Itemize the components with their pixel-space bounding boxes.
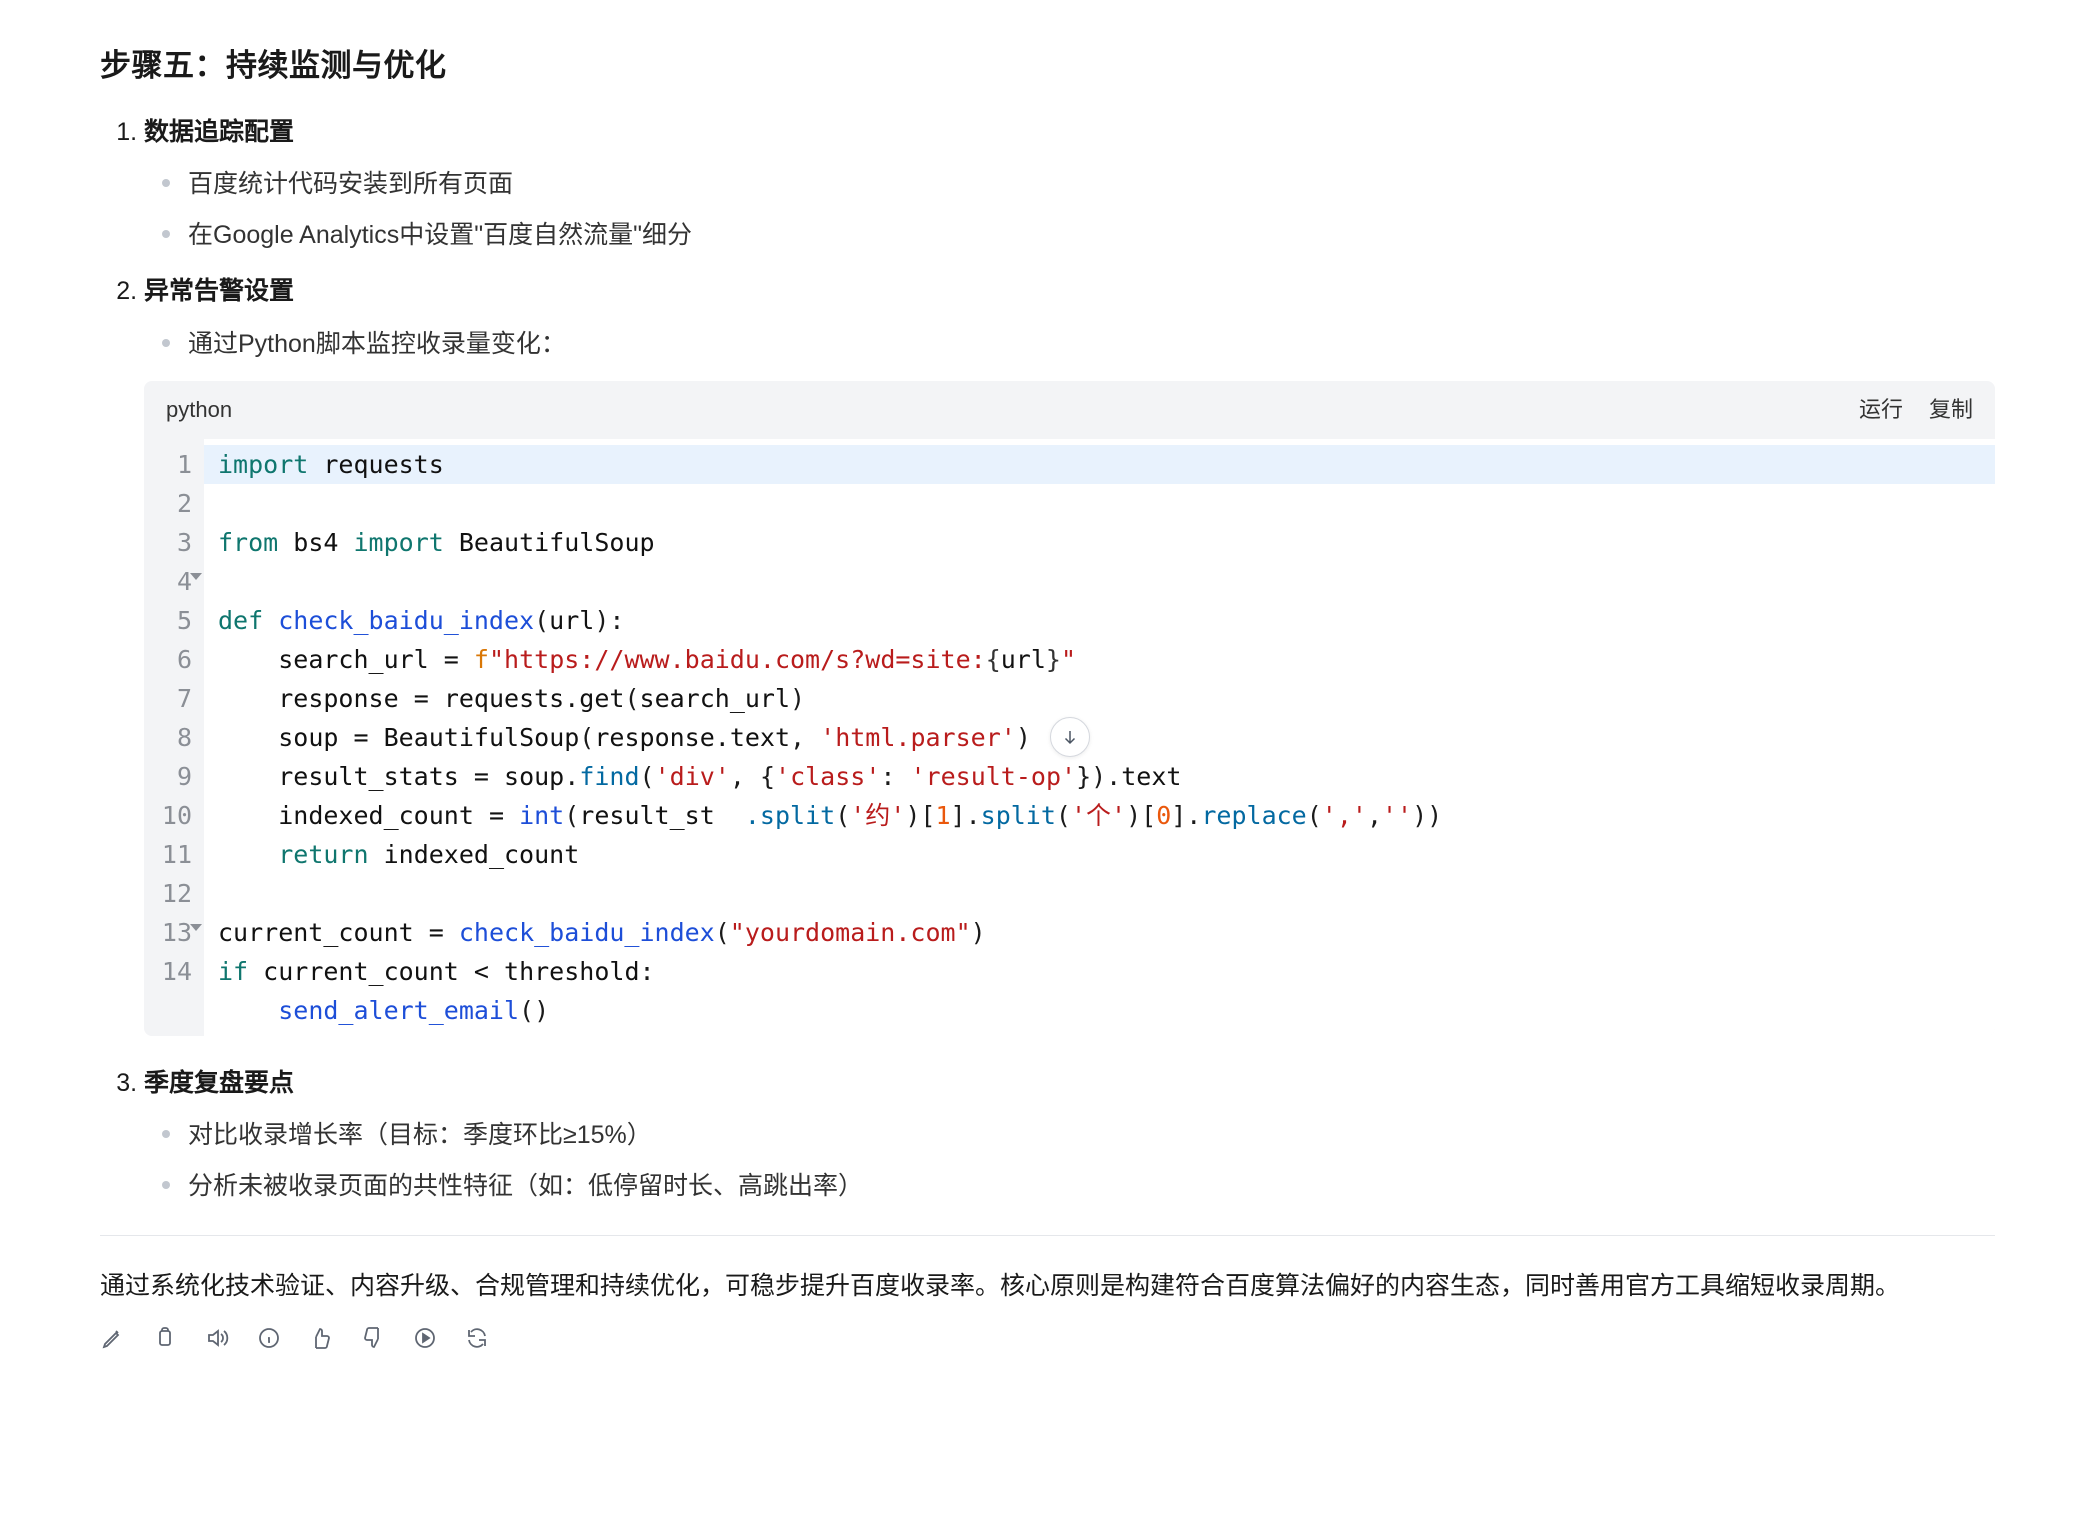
play-icon[interactable]	[412, 1325, 438, 1351]
item3-title: 季度复盘要点	[144, 1069, 294, 1097]
run-button[interactable]: 运行	[1859, 391, 1903, 428]
fold-toggle[interactable]: 13	[144, 913, 204, 952]
list-item-1: 数据追踪配置 百度统计代码安装到所有页面 在Google Analytics中设…	[144, 111, 1995, 257]
bullet: 百度统计代码安装到所有页面	[188, 163, 1995, 206]
thumbsdown-icon[interactable]	[360, 1325, 386, 1351]
info-icon[interactable]	[256, 1325, 282, 1351]
summary-paragraph: 通过系统化技术验证、内容升级、合规管理和持续优化，可稳步提升百度收录率。核心原则…	[100, 1264, 1995, 1309]
list-item-2: 异常告警设置 通过Python脚本监控收录量变化： python 运行 复制 1…	[144, 270, 1995, 1035]
bullet: 对比收录增长率（目标：季度环比≥15%）	[188, 1114, 1995, 1157]
item3-sublist: 对比收录增长率（目标：季度环比≥15%） 分析未被收录页面的共性特征（如：低停留…	[144, 1114, 1995, 1207]
code-block: python 运行 复制 1 2 3 4 5 6 7 8 9 10 1	[144, 381, 1995, 1035]
refresh-icon[interactable]	[464, 1325, 490, 1351]
line-gutter: 1 2 3 4 5 6 7 8 9 10 11 12 13 14	[144, 439, 204, 1036]
item2-title: 异常告警设置	[144, 277, 294, 305]
item2-sublist: 通过Python脚本监控收录量变化：	[144, 323, 1995, 366]
speaker-icon[interactable]	[204, 1325, 230, 1351]
code-body: 1 2 3 4 5 6 7 8 9 10 11 12 13 14 import …	[144, 439, 1995, 1036]
separator	[100, 1235, 1995, 1236]
section-heading: 步骤五：持续监测与优化	[100, 40, 1995, 93]
code-content[interactable]: import requests from bs4 import Beautifu…	[204, 439, 1995, 1036]
copy-button[interactable]: 复制	[1929, 391, 1973, 428]
list-item-3: 季度复盘要点 对比收录增长率（目标：季度环比≥15%） 分析未被收录页面的共性特…	[144, 1062, 1995, 1208]
code-language-label: python	[166, 391, 232, 428]
code-header: python 运行 复制	[144, 381, 1995, 438]
bullet: 在Google Analytics中设置"百度自然流量"细分	[188, 214, 1995, 257]
message-actions	[100, 1325, 1995, 1351]
clipboard-icon[interactable]	[152, 1325, 178, 1351]
bullet: 分析未被收录页面的共性特征（如：低停留时长、高跳出率）	[188, 1165, 1995, 1208]
item1-title: 数据追踪配置	[144, 118, 294, 146]
thumbsup-icon[interactable]	[308, 1325, 334, 1351]
item1-sublist: 百度统计代码安装到所有页面 在Google Analytics中设置"百度自然流…	[144, 163, 1995, 256]
fold-toggle[interactable]: 4	[144, 562, 204, 601]
ordered-list: 数据追踪配置 百度统计代码安装到所有页面 在Google Analytics中设…	[100, 111, 1995, 1207]
bullet: 通过Python脚本监控收录量变化：	[188, 323, 1995, 366]
edit-icon[interactable]	[100, 1325, 126, 1351]
